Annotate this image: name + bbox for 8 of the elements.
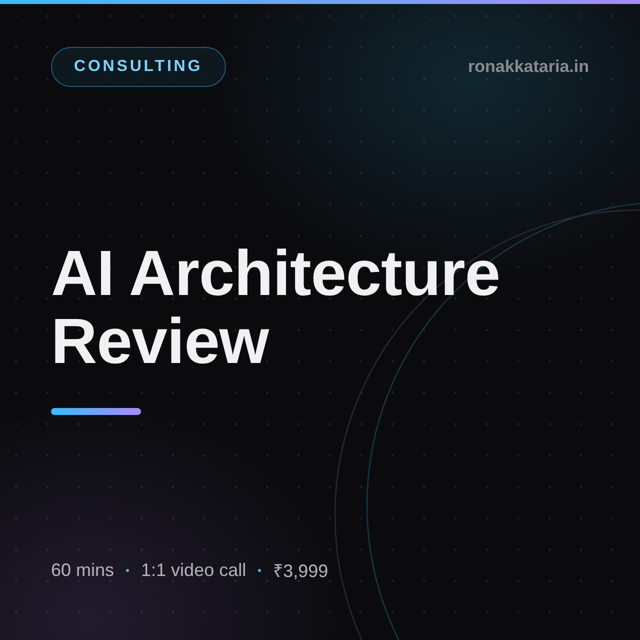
session-detail: ₹3,999 <box>273 560 328 582</box>
category-badge: CONSULTING <box>51 47 226 87</box>
separator-dot <box>258 568 262 572</box>
session-detail: 1:1 video call <box>141 560 246 580</box>
session-detail: 60 mins <box>51 560 114 580</box>
headline: AI Architecture Review <box>51 239 501 375</box>
separator-dot <box>126 568 130 572</box>
website-url: ronakkataria.in <box>468 57 589 77</box>
